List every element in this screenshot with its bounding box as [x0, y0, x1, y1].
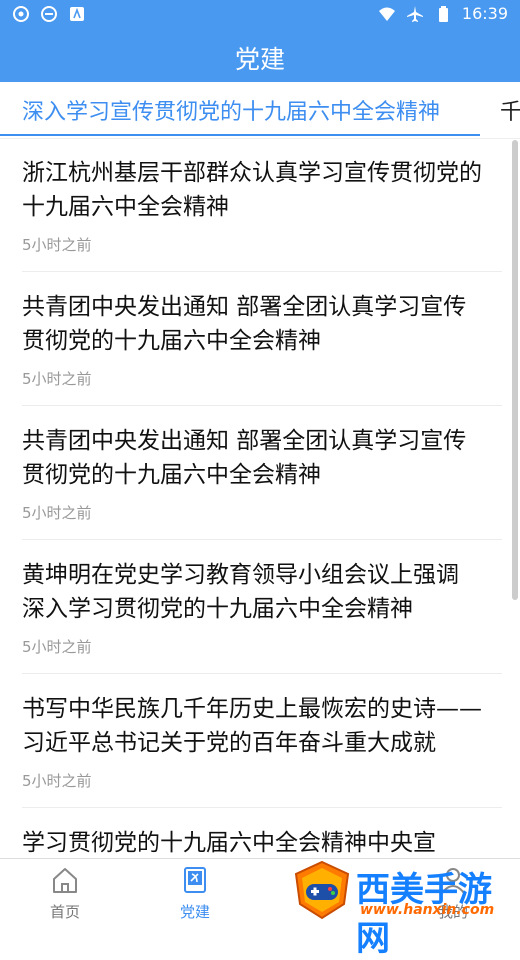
notification-icons	[12, 5, 86, 23]
page-title: 党建	[234, 45, 285, 74]
list-item[interactable]: 学习贯彻党的十九届六中全会精神中央宣	[0, 808, 520, 858]
wifi-icon	[378, 7, 395, 21]
app-notification-icon	[13, 6, 29, 22]
article-title: 黄坤明在党史学习教育领导小组会议上强调 深入学习贯彻党的十九届六中全会精神	[22, 562, 459, 622]
article-title: 书写中华民族几千年历史上最恢宏的史诗——习近平总书记关于党的百年奋斗重大成就	[22, 696, 482, 756]
app-notification-icon	[70, 7, 84, 21]
category-tabs: 深入学习宣传贯彻党的十九届六中全会精神 千	[0, 82, 520, 139]
party-book-icon	[184, 867, 206, 893]
article-list: 浙江杭州基层干部群众认真学习宣传贯彻党的十九届六中全会精神 5小时之前 共青团中…	[0, 138, 520, 858]
clock: 16:39	[461, 4, 508, 23]
article-title: 学习贯彻党的十九届六中全会精神中央宣	[22, 830, 436, 856]
list-item[interactable]: 共青团中央发出通知 部署全团认真学习宣传贯彻党的十九届六中全会精神 5小时之前	[0, 406, 520, 540]
article-time: 5小时之前	[22, 504, 92, 522]
list-item[interactable]: 黄坤明在党史学习教育领导小组会议上强调 深入学习贯彻党的十九届六中全会精神 5小…	[0, 540, 520, 674]
app-bar: 党建	[0, 28, 520, 82]
list-item[interactable]: 共青团中央发出通知 部署全团认真学习宣传贯彻党的十九届六中全会精神 5小时之前	[0, 272, 520, 406]
article-time: 5小时之前	[22, 236, 92, 254]
nav-label-home: 首页	[49, 903, 80, 921]
tab-study-plenary[interactable]: 深入学习宣传贯彻党的十九届六中全会精神	[22, 94, 440, 126]
system-status: 16:39	[378, 4, 508, 23]
article-title: 浙江杭州基层干部群众认真学习宣传贯彻党的十九届六中全会精神	[22, 160, 482, 220]
article-time: 5小时之前	[22, 370, 92, 388]
nav-item-home[interactable]: 首页	[30, 865, 100, 922]
article-time: 5小时之前	[22, 772, 92, 790]
nav-item-party[interactable]: 党建	[160, 865, 230, 922]
watermark-url: www.hanxin.com	[360, 902, 495, 918]
app-notification-icon	[41, 6, 57, 22]
home-icon	[53, 868, 77, 893]
status-bar: 16:39	[0, 0, 520, 28]
nav-label-party: 党建	[179, 903, 210, 921]
active-tab-indicator	[0, 134, 480, 136]
article-title: 共青团中央发出通知 部署全团认真学习宣传贯彻党的十九届六中全会精神	[22, 294, 467, 354]
battery-icon	[438, 5, 448, 22]
tab-next[interactable]: 千	[500, 94, 520, 126]
list-item[interactable]: 书写中华民族几千年历史上最恢宏的史诗——习近平总书记关于党的百年奋斗重大成就 5…	[0, 674, 520, 808]
scrollbar[interactable]	[512, 140, 518, 600]
airplane-mode-icon	[406, 5, 423, 22]
gamepad-logo-icon	[294, 860, 350, 920]
article-title: 共青团中央发出通知 部署全团认真学习宣传贯彻党的十九届六中全会精神	[22, 428, 467, 488]
list-item[interactable]: 浙江杭州基层干部群众认真学习宣传贯彻党的十九届六中全会精神 5小时之前	[0, 138, 520, 272]
site-watermark: 西美手游网 www.hanxin.com	[290, 856, 520, 959]
article-time: 5小时之前	[22, 638, 92, 656]
